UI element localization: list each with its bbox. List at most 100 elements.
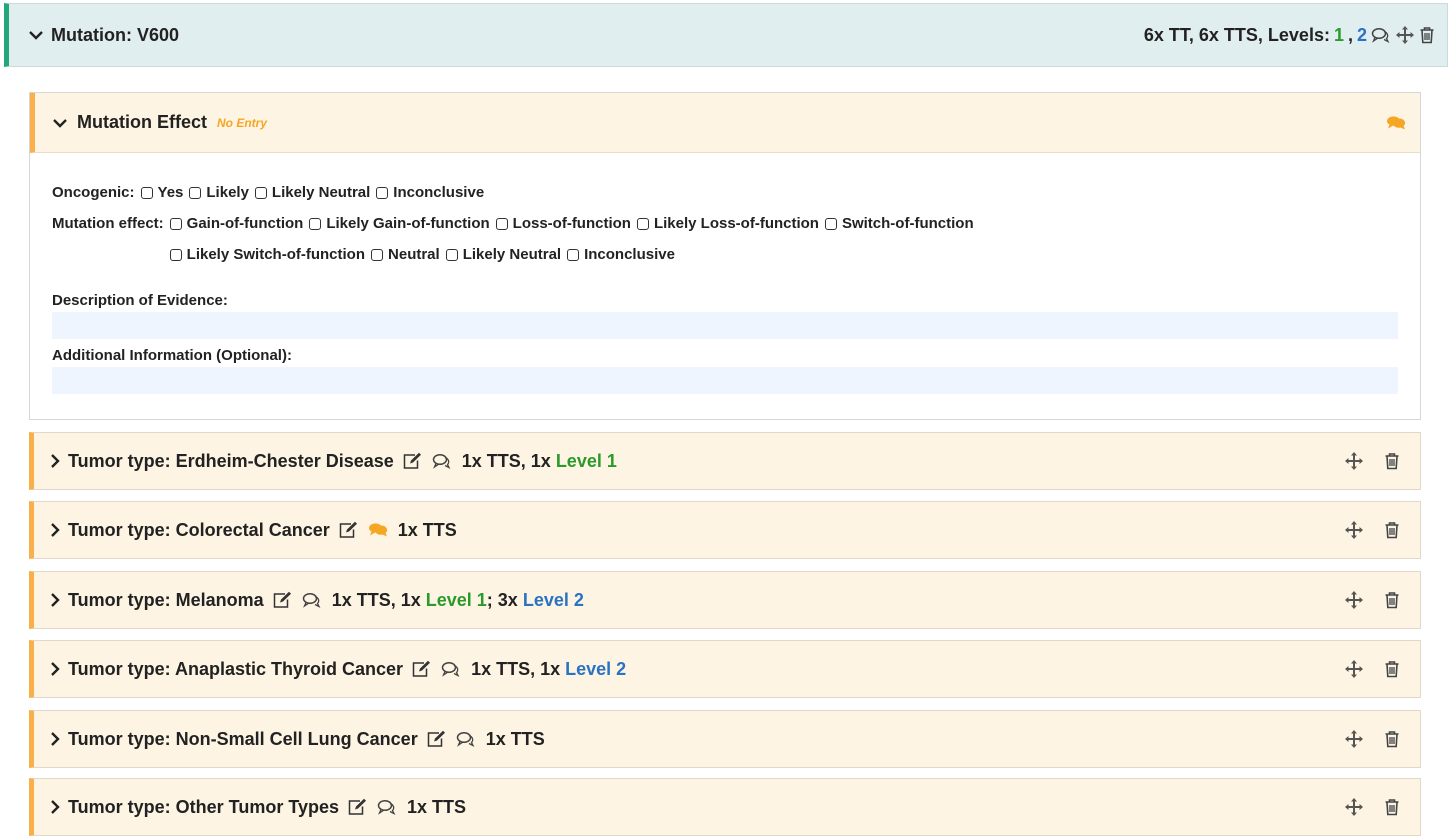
tumor-type-summary: 1x TTS bbox=[407, 796, 467, 817]
edit-icon[interactable] bbox=[411, 660, 431, 678]
effect-option-inconclusive[interactable]: Inconclusive bbox=[567, 239, 675, 270]
no-entry-badge: No Entry bbox=[217, 115, 268, 130]
additional-info-input[interactable] bbox=[52, 367, 1398, 394]
effect-option-likely-neutral[interactable]: Likely Neutral bbox=[445, 239, 561, 270]
move-icon[interactable] bbox=[1395, 25, 1415, 45]
effect-option-gain[interactable]: Gain-of-function bbox=[169, 208, 303, 239]
trash-icon[interactable] bbox=[1384, 591, 1400, 609]
tumor-type-row[interactable]: Tumor type: Colorectal Cancer 1x TTS bbox=[29, 501, 1421, 559]
checkbox[interactable] bbox=[169, 217, 182, 230]
level-1-label: Level 1 bbox=[555, 450, 617, 471]
mutation-title: Mutation: V600 bbox=[51, 24, 180, 45]
tumor-type-title: Tumor type: Erdheim-Chester Disease bbox=[68, 450, 394, 471]
tumor-type-title: Tumor type: Colorectal Cancer bbox=[68, 519, 330, 540]
level-2-label: Level 2 bbox=[565, 658, 627, 679]
effect-option-likely-loss[interactable]: Likely Loss-of-function bbox=[636, 208, 819, 239]
mutation-effect-panel: Mutation Effect No Entry Oncogenic: Yes … bbox=[29, 92, 1421, 420]
checkbox[interactable] bbox=[169, 248, 182, 261]
mutation-effect-header[interactable]: Mutation Effect No Entry bbox=[30, 93, 1420, 153]
chevron-right-icon[interactable] bbox=[50, 662, 60, 676]
effect-option-neutral[interactable]: Neutral bbox=[371, 239, 440, 270]
checkbox[interactable] bbox=[636, 217, 649, 230]
mutation-effect-row: Mutation effect: Gain-of-function Likely… bbox=[52, 208, 1398, 270]
description-label: Description of Evidence: bbox=[52, 292, 228, 309]
checkbox[interactable] bbox=[495, 217, 508, 230]
edit-icon[interactable] bbox=[402, 452, 422, 470]
mutation-effect-label: Mutation effect: bbox=[52, 215, 164, 232]
checkbox[interactable] bbox=[309, 217, 322, 230]
tumor-type-summary: 1x TTS bbox=[485, 728, 545, 749]
mutation-summary: 6x TT, 6x TTS, Levels: bbox=[1143, 24, 1330, 45]
checkbox[interactable] bbox=[376, 186, 389, 199]
checkbox[interactable] bbox=[254, 186, 267, 199]
checkbox[interactable] bbox=[189, 186, 202, 199]
checkbox[interactable] bbox=[140, 186, 153, 199]
trash-icon[interactable] bbox=[1419, 26, 1435, 44]
oncogenic-option-yes[interactable]: Yes bbox=[140, 177, 183, 208]
description-input[interactable] bbox=[52, 312, 1398, 339]
tumor-type-row[interactable]: Tumor type: Anaplastic Thyroid Cancer 1x… bbox=[29, 640, 1421, 698]
checkbox[interactable] bbox=[567, 248, 580, 261]
effect-option-loss[interactable]: Loss-of-function bbox=[495, 208, 631, 239]
oncogenic-option-likely[interactable]: Likely bbox=[189, 177, 249, 208]
tumor-type-row[interactable]: Tumor type: Other Tumor Types 1x TTS bbox=[29, 778, 1421, 836]
effect-option-likely-switch[interactable]: Likely Switch-of-function bbox=[169, 239, 365, 270]
comment-icon[interactable] bbox=[456, 731, 476, 747]
tumor-type-row[interactable]: Tumor type: Erdheim-Chester Disease 1x T… bbox=[29, 432, 1421, 490]
tumor-type-summary: 1x TTS bbox=[397, 519, 457, 540]
move-icon[interactable] bbox=[1344, 659, 1364, 679]
additional-info-label: Additional Information (Optional): bbox=[52, 347, 292, 364]
comment-icon[interactable] bbox=[1386, 115, 1406, 131]
tumor-type-summary: 1x TTS, 1x bbox=[331, 589, 421, 610]
effect-option-switch[interactable]: Switch-of-function bbox=[824, 208, 974, 239]
trash-icon[interactable] bbox=[1384, 660, 1400, 678]
chevron-right-icon[interactable] bbox=[50, 593, 60, 607]
oncogenic-option-likely-neutral[interactable]: Likely Neutral bbox=[254, 177, 370, 208]
checkbox[interactable] bbox=[371, 248, 384, 261]
comment-icon[interactable] bbox=[377, 799, 397, 815]
chevron-right-icon[interactable] bbox=[50, 732, 60, 746]
edit-icon[interactable] bbox=[272, 591, 292, 609]
comment-icon[interactable] bbox=[1371, 27, 1391, 43]
comment-icon[interactable] bbox=[432, 453, 452, 469]
oncogenic-option-inconclusive[interactable]: Inconclusive bbox=[376, 177, 484, 208]
oncogenic-label: Oncogenic: bbox=[52, 184, 135, 201]
chevron-right-icon[interactable] bbox=[50, 800, 60, 814]
tumor-type-row[interactable]: Tumor type: Non-Small Cell Lung Cancer 1… bbox=[29, 710, 1421, 768]
tumor-type-title: Tumor type: Other Tumor Types bbox=[68, 796, 340, 817]
edit-icon[interactable] bbox=[347, 798, 367, 816]
level-2-label: Level 2 bbox=[522, 589, 584, 610]
checkbox[interactable] bbox=[824, 217, 837, 230]
effect-option-likely-gain[interactable]: Likely Gain-of-function bbox=[309, 208, 490, 239]
tumor-type-summary: 1x TTS, 1x bbox=[471, 658, 561, 679]
mutation-header[interactable]: Mutation: V600 6x TT, 6x TTS, Levels: 1,… bbox=[4, 3, 1448, 67]
comment-icon[interactable] bbox=[441, 661, 461, 677]
tumor-type-title: Tumor type: Melanoma bbox=[68, 589, 264, 610]
tumor-type-row[interactable]: Tumor type: Melanoma 1x TTS, 1x Level 1;… bbox=[29, 571, 1421, 629]
trash-icon[interactable] bbox=[1384, 452, 1400, 470]
tumor-type-summary: 1x TTS, 1x bbox=[461, 450, 551, 471]
edit-icon[interactable] bbox=[426, 730, 446, 748]
chevron-right-icon[interactable] bbox=[50, 454, 60, 468]
chevron-right-icon[interactable] bbox=[50, 523, 60, 537]
tumor-type-title: Tumor type: Anaplastic Thyroid Cancer bbox=[68, 658, 404, 679]
trash-icon[interactable] bbox=[1384, 798, 1400, 816]
checkbox[interactable] bbox=[445, 248, 458, 261]
move-icon[interactable] bbox=[1344, 451, 1364, 471]
comment-icon[interactable] bbox=[368, 522, 388, 538]
move-icon[interactable] bbox=[1344, 797, 1364, 817]
comment-icon[interactable] bbox=[302, 592, 322, 608]
trash-icon[interactable] bbox=[1384, 521, 1400, 539]
move-icon[interactable] bbox=[1344, 520, 1364, 540]
move-icon[interactable] bbox=[1344, 590, 1364, 610]
chevron-down-icon[interactable] bbox=[53, 118, 67, 128]
tumor-type-title: Tumor type: Non-Small Cell Lung Cancer bbox=[68, 728, 418, 749]
edit-icon[interactable] bbox=[338, 521, 358, 539]
move-icon[interactable] bbox=[1344, 729, 1364, 749]
chevron-down-icon[interactable] bbox=[29, 30, 43, 40]
trash-icon[interactable] bbox=[1384, 730, 1400, 748]
level-1-label: Level 1 bbox=[425, 589, 487, 610]
mutation-effect-title: Mutation Effect bbox=[77, 112, 207, 132]
oncogenic-row: Oncogenic: Yes Likely Likely Neutral Inc… bbox=[52, 177, 1398, 208]
mutation-level-separator: , bbox=[1347, 24, 1353, 45]
